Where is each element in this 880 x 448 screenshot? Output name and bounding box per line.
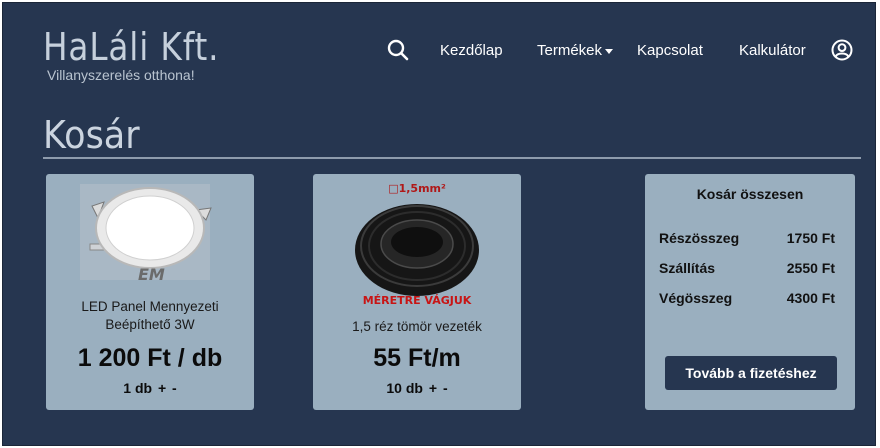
cart-summary: Kosár összesen Részösszeg 1750 Ft Szállí… [645, 174, 855, 410]
user-circle-icon[interactable] [831, 39, 853, 65]
cart-item-card: □1,5mm² MÉRETRE VÁGJUK 1,5 réz tömör vez… [313, 174, 521, 410]
quantity-stepper: 1 db + - [46, 380, 254, 396]
summary-label: Részösszeg [659, 230, 740, 246]
search-icon[interactable] [387, 39, 409, 65]
brand[interactable]: HaLáli Kft. Villanyszerelés otthona! [43, 25, 248, 83]
summary-title: Kosár összesen [696, 186, 804, 202]
nav-item-termekek-label: Termékek [537, 42, 603, 59]
chevron-down-icon [605, 48, 614, 54]
quantity-stepper: 10 db + - [313, 380, 521, 396]
product-image-label: EM [138, 265, 165, 284]
summary-label: Szállítás [659, 260, 716, 276]
checkout-button[interactable]: Tovább a fizetéshez [665, 356, 837, 390]
cart-item-card: EM LED Panel Mennyezeti Beépíthető 3W 1 … [46, 174, 254, 410]
product-image-bottom-label: MÉRETRE VÁGJUK [363, 294, 472, 307]
nav-item-kalkulator[interactable]: Kalkulátor [739, 42, 806, 59]
product-image-led-panel: EM [46, 178, 254, 298]
quantity-decrement-button[interactable]: - [171, 380, 178, 396]
quantity-increment-button[interactable]: + [428, 380, 438, 396]
product-name: 1,5 réz tömör vezeték [352, 319, 482, 334]
page-title: Kosár [43, 113, 140, 157]
nav-item-kezdolap[interactable]: Kezdőlap [440, 42, 503, 59]
brand-name: HaLáli Kft. [43, 25, 220, 69]
summary-value: 2550 Ft [786, 260, 835, 276]
title-divider [43, 157, 861, 159]
product-name: LED Panel Mennyezeti Beépíthető 3W [81, 299, 219, 332]
quantity-value: 10 db [386, 380, 423, 396]
summary-value: 4300 Ft [786, 290, 835, 306]
page-frame: HaLáli Kft. Villanyszerelés otthona! Kez… [2, 2, 876, 446]
summary-value: 1750 Ft [786, 230, 835, 246]
nav-item-termekek[interactable]: Termékek [537, 42, 614, 59]
product-image-copper-wire: □1,5mm² MÉRETRE VÁGJUK [313, 178, 521, 307]
brand-tagline: Villanyszerelés otthona! [47, 67, 195, 83]
nav-item-kapcsolat[interactable]: Kapcsolat [637, 42, 703, 59]
quantity-decrement-button[interactable]: - [442, 380, 449, 396]
product-price: 1 200 Ft / db [77, 344, 223, 372]
quantity-value: 1 db [123, 380, 153, 396]
quantity-increment-button[interactable]: + [157, 380, 167, 396]
product-price: 55 Ft/m [373, 344, 461, 372]
summary-label: Végösszeg [659, 290, 733, 306]
product-image-top-label: □1,5mm² [388, 182, 446, 195]
